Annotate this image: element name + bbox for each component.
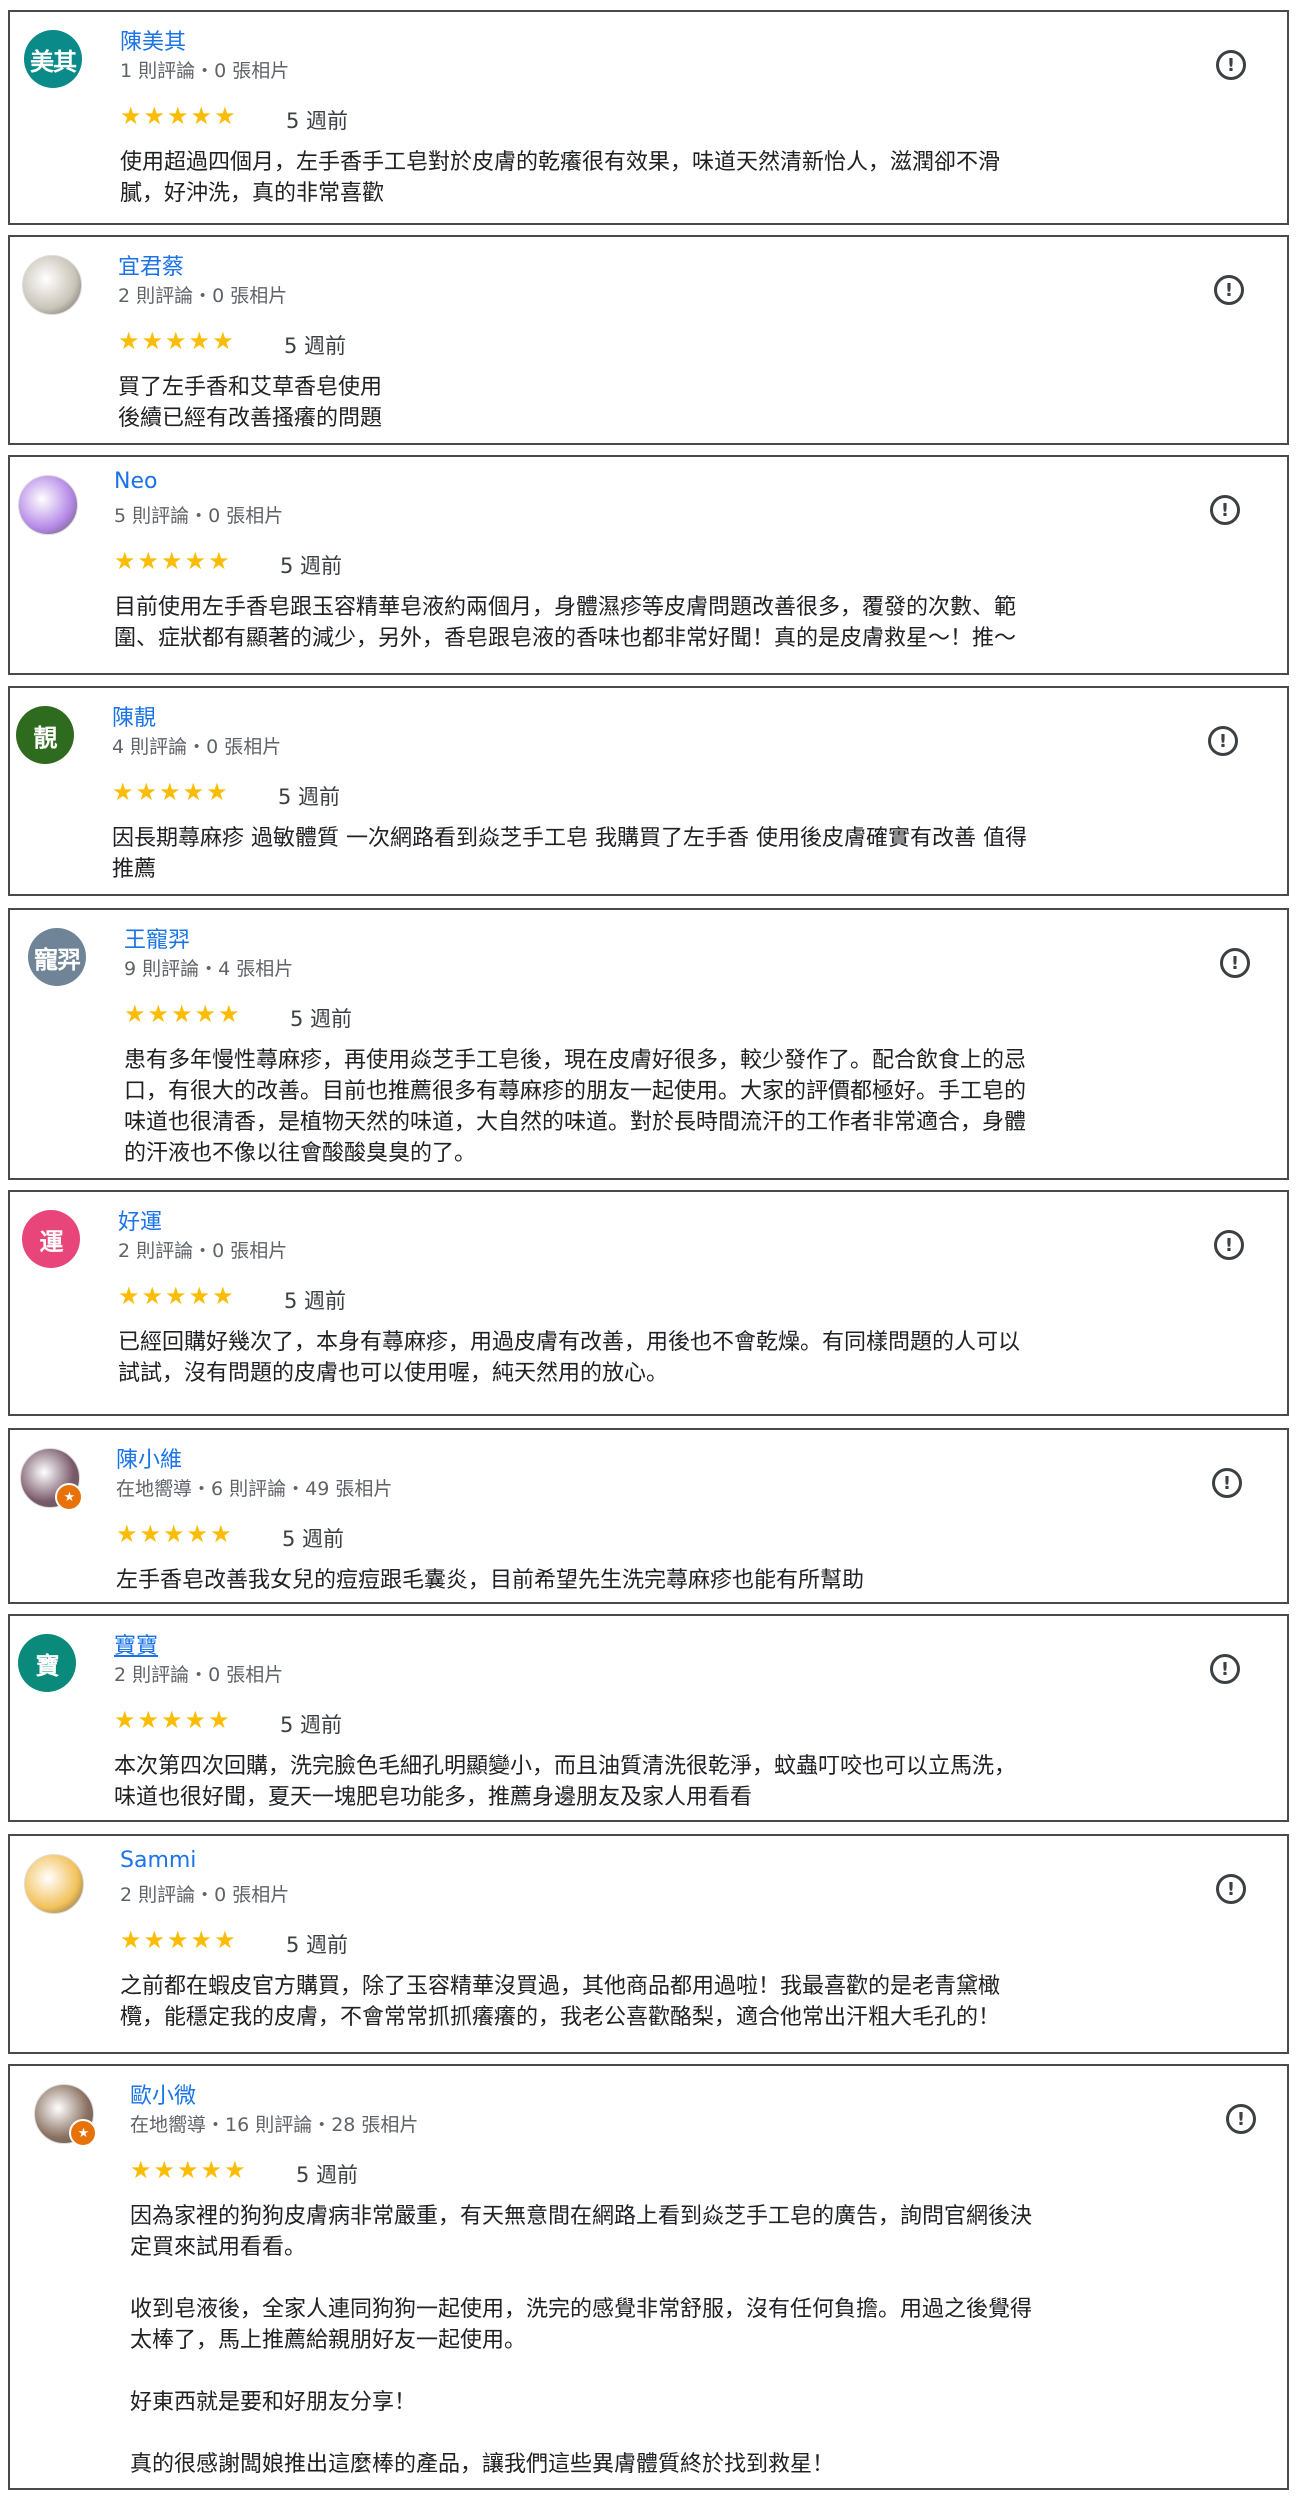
- reviewer-name[interactable]: 陳美其: [120, 24, 186, 56]
- review-text: 因為家裡的狗狗皮膚病非常嚴重，有天無意間在網路上看到焱芝手工皂的廣告，詢問官網後…: [130, 2204, 1033, 2477]
- reviewer-avatar[interactable]: ★: [34, 2084, 97, 2147]
- reviewer-name[interactable]: 好運: [118, 1204, 162, 1236]
- review-card: 寵羿 王寵羿 9 則評論・4 張相片 ★★★★★ 5 週前! 患有多年慢性蕁麻疹，再使用焱…: [8, 908, 1289, 1180]
- review-time: 5 週前: [286, 109, 349, 133]
- reviewer-meta: 在地嚮導・16 則評論・28 張相片: [130, 2114, 419, 2136]
- review-time: 5 週前: [284, 1289, 347, 1313]
- star-rating: ★★★★★: [112, 778, 230, 806]
- reviewer-meta: 5 則評論・0 張相片: [114, 505, 284, 527]
- report-flag-icon[interactable]: !: [1210, 495, 1240, 525]
- review-text: 患有多年慢性蕁麻疹，再使用焱芝手工皂後，現在皮膚好很多，較少發作了。配合飲食上的…: [124, 1048, 1027, 1166]
- reviewer-name[interactable]: 陳小維: [116, 1442, 182, 1474]
- star-rating: ★★★★★: [118, 1282, 236, 1310]
- star-rating: ★★★★★: [130, 2156, 248, 2184]
- star-rating: ★★★★★: [114, 547, 232, 575]
- report-flag-icon[interactable]: !: [1214, 1230, 1244, 1260]
- review-card: ★ 陳小維在地嚮導・6 則評論・49 張相片 ★★★★★ 5 週前! 左手香皂改善我女兒…: [8, 1428, 1289, 1604]
- star-rating: ★★★★★: [118, 327, 236, 355]
- review-text: 買了左手香和艾草香皂使用 後續已經有改善搔癢的問題: [118, 375, 383, 431]
- review-time: 5 週前: [278, 785, 341, 809]
- review-card: Neo 5 則評論・0 張相片 ★★★★★ 5 週前! 目前使用左手香皂跟玉容精華皂液約…: [8, 455, 1289, 675]
- reviewer-avatar[interactable]: 靚: [16, 706, 74, 764]
- report-flag-icon[interactable]: !: [1210, 1654, 1240, 1684]
- reviewer-meta: 2 則評論・0 張相片: [118, 1240, 288, 1262]
- reviewer-avatar[interactable]: [24, 1854, 84, 1914]
- review-text: 目前使用左手香皂跟玉容精華皂液約兩個月，身體濕疹等皮膚問題改善很多，覆發的次數、…: [114, 595, 1017, 651]
- review-time: 5 週前: [280, 1713, 343, 1737]
- review-card: 靚 陳靚 4 則評論・0 張相片 ★★★★★ 5 週前! 因長期蕁麻疹 過敏體質 一次網路…: [8, 686, 1289, 896]
- report-flag-icon[interactable]: !: [1220, 948, 1250, 978]
- review-time: 5 週前: [284, 334, 347, 358]
- reviewer-meta: 在地嚮導・6 則評論・49 張相片: [116, 1478, 393, 1500]
- review-card: 美其 陳美其 1 則評論・0 張相片 ★★★★★ 5 週前! 使用超過四個月，左手香手工皂…: [8, 10, 1289, 225]
- local-guide-badge-icon: ★: [69, 2119, 97, 2147]
- reviewer-meta: 4 則評論・0 張相片: [112, 736, 282, 758]
- star-rating: ★★★★★: [114, 1706, 232, 1734]
- reviewer-meta: 2 則評論・0 張相片: [118, 285, 288, 307]
- review-time: 5 週前: [280, 554, 343, 578]
- reviewer-name[interactable]: 陳靚: [112, 700, 156, 732]
- reviewer-name[interactable]: 寶寶: [114, 1628, 158, 1660]
- local-guide-badge-icon: ★: [55, 1483, 83, 1511]
- report-flag-icon[interactable]: !: [1214, 275, 1244, 305]
- review-text: 左手香皂改善我女兒的痘痘跟毛囊炎，目前希望先生洗完蕁麻疹也能有所幫助: [116, 1568, 865, 1593]
- review-card: 運 好運 2 則評論・0 張相片 ★★★★★ 5 週前! 已經回購好幾次了，本身有蕁麻疹，…: [8, 1190, 1289, 1416]
- review-card: Sammi 2 則評論・0 張相片 ★★★★★ 5 週前! 之前都在蝦皮官方購買，除了玉…: [8, 1834, 1289, 2054]
- report-flag-icon[interactable]: !: [1216, 1874, 1246, 1904]
- review-card: ★ 歐小微在地嚮導・16 則評論・28 張相片 ★★★★★ 5 週前! 因為家裡的狗狗皮…: [8, 2064, 1289, 2490]
- review-time: 5 週前: [282, 1527, 345, 1551]
- review-time: 5 週前: [296, 2163, 359, 2187]
- reviewer-avatar[interactable]: ★: [20, 1448, 83, 1511]
- report-flag-icon[interactable]: !: [1216, 50, 1246, 80]
- reviewer-name[interactable]: 宜君蔡: [118, 249, 184, 281]
- reviewer-avatar[interactable]: 寵羿: [28, 928, 86, 986]
- review-text: 本次第四次回購，洗完臉色毛細孔明顯變小，而且油質清洗很乾淨，蚊蟲叮咬也可以立馬洗…: [114, 1754, 1017, 1810]
- reviewer-name[interactable]: Neo: [114, 469, 157, 494]
- report-flag-icon[interactable]: !: [1226, 2104, 1256, 2134]
- star-rating: ★★★★★: [116, 1520, 234, 1548]
- review-time: 5 週前: [290, 1007, 353, 1031]
- reviewer-avatar[interactable]: 寶: [18, 1634, 76, 1692]
- report-flag-icon[interactable]: !: [1208, 726, 1238, 756]
- reviewer-meta: 2 則評論・0 張相片: [114, 1664, 284, 1686]
- reviewer-name[interactable]: 王寵羿: [124, 922, 190, 954]
- reviewer-name[interactable]: Sammi: [120, 1848, 196, 1873]
- review-text: 使用超過四個月，左手香手工皂對於皮膚的乾癢很有效果，味道天然清新怡人，滋潤卻不滑…: [120, 150, 1001, 206]
- reviewer-avatar[interactable]: 運: [22, 1210, 80, 1268]
- report-flag-icon[interactable]: !: [1212, 1468, 1242, 1498]
- star-rating: ★★★★★: [124, 1000, 242, 1028]
- reviewer-meta: 9 則評論・4 張相片: [124, 958, 294, 980]
- star-rating: ★★★★★: [120, 1926, 238, 1954]
- review-card: 寶寶寶 2 則評論・0 張相片 ★★★★★ 5 週前! 本次第四次回購，洗完臉色毛細孔明…: [8, 1614, 1289, 1822]
- review-card: 宜君蔡 2 則評論・0 張相片 ★★★★★ 5 週前! 買了左手香和艾草香皂使用 後續已…: [8, 235, 1289, 445]
- reviewer-name[interactable]: 歐小微: [130, 2078, 196, 2110]
- reviewer-avatar[interactable]: [18, 475, 78, 535]
- reviewer-avatar[interactable]: [22, 255, 82, 315]
- reviewer-meta: 2 則評論・0 張相片: [120, 1884, 290, 1906]
- reviewer-avatar[interactable]: 美其: [24, 30, 82, 88]
- review-text: 因長期蕁麻疹 過敏體質 一次網路看到焱芝手工皂 我購買了左手香 使用後皮膚確實有…: [112, 826, 1027, 882]
- star-rating: ★★★★★: [120, 102, 238, 130]
- review-text: 已經回購好幾次了，本身有蕁麻疹，用過皮膚有改善，用後也不會乾燥。有同樣問題的人可…: [118, 1330, 1021, 1386]
- review-time: 5 週前: [286, 1933, 349, 1957]
- review-text: 之前都在蝦皮官方購買，除了玉容精華沒買過，其他商品都用過啦！我最喜歡的是老青黛橄…: [120, 1974, 1001, 2030]
- reviewer-meta: 1 則評論・0 張相片: [120, 60, 290, 82]
